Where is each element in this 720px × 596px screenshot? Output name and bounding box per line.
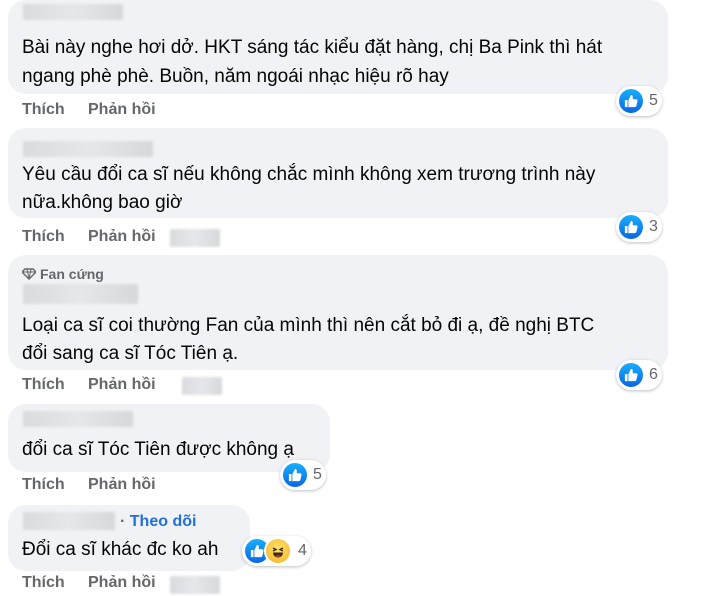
timestamp-redacted [170, 229, 220, 247]
like-button[interactable]: Thích [22, 376, 65, 394]
comment-text-line: nữa.không bao giờ [22, 192, 183, 213]
comment-text-line: đổi ca sĩ Tóc Tiên được không ạ [22, 439, 294, 460]
diamond-icon [21, 268, 37, 280]
comment-text-line: đổi sang ca sĩ Tóc Tiên ạ. [22, 343, 239, 364]
fan-badge-label: Fan cứng [40, 266, 104, 282]
comment-text-line: Yêu cầu đổi ca sĩ nếu không chắc mình kh… [22, 164, 596, 185]
follow-link[interactable]: · Theo dõi [120, 513, 196, 531]
fan-badge: Fan cứng [21, 266, 104, 282]
reaction-count: 4 [298, 542, 307, 559]
author-name-redacted [23, 141, 153, 157]
reaction-summary[interactable]: 6 [616, 360, 662, 390]
reaction-count: 5 [649, 92, 658, 109]
reply-button[interactable]: Phản hồi [88, 476, 156, 494]
comment-text-line: ngang phè phè. Buồn, năm ngoái nhạc hiệu… [22, 66, 449, 87]
like-icon [283, 463, 307, 487]
author-name-redacted [23, 512, 115, 530]
reply-button[interactable]: Phản hồi [88, 574, 156, 592]
author-name-redacted [23, 4, 123, 20]
comment-text-line: Bài này nghe hơi dở. HKT sáng tác kiểu đ… [22, 37, 603, 58]
author-name-redacted [23, 284, 138, 304]
like-icon [619, 215, 643, 239]
timestamp-redacted [182, 377, 222, 395]
reaction-summary[interactable]: 5 [616, 86, 662, 116]
follow-label: Theo dõi [129, 513, 197, 530]
reply-button[interactable]: Phản hồi [88, 228, 156, 246]
reaction-summary[interactable]: 5 [280, 460, 326, 490]
reply-button[interactable]: Phản hồi [88, 376, 156, 394]
author-name-redacted [23, 411, 133, 427]
comment-text-line: Đổi ca sĩ khác đc ko ah [22, 539, 219, 560]
follow-separator: · [120, 513, 130, 530]
like-icon [619, 89, 643, 113]
reaction-count: 3 [649, 218, 658, 235]
reaction-count: 5 [313, 466, 322, 483]
like-icon [619, 363, 643, 387]
haha-icon [264, 537, 292, 565]
reaction-summary[interactable]: 3 [616, 212, 662, 242]
reply-button[interactable]: Phản hồi [88, 101, 156, 119]
reaction-count: 6 [649, 366, 658, 383]
comment-text-line: Loại ca sĩ coi thường Fan của mình thì n… [22, 315, 595, 336]
like-button[interactable]: Thích [22, 101, 65, 119]
timestamp-redacted [170, 576, 220, 594]
like-button[interactable]: Thích [22, 574, 65, 592]
like-button[interactable]: Thích [22, 476, 65, 494]
like-button[interactable]: Thích [22, 228, 65, 246]
reaction-summary[interactable]: 4 [242, 536, 311, 566]
